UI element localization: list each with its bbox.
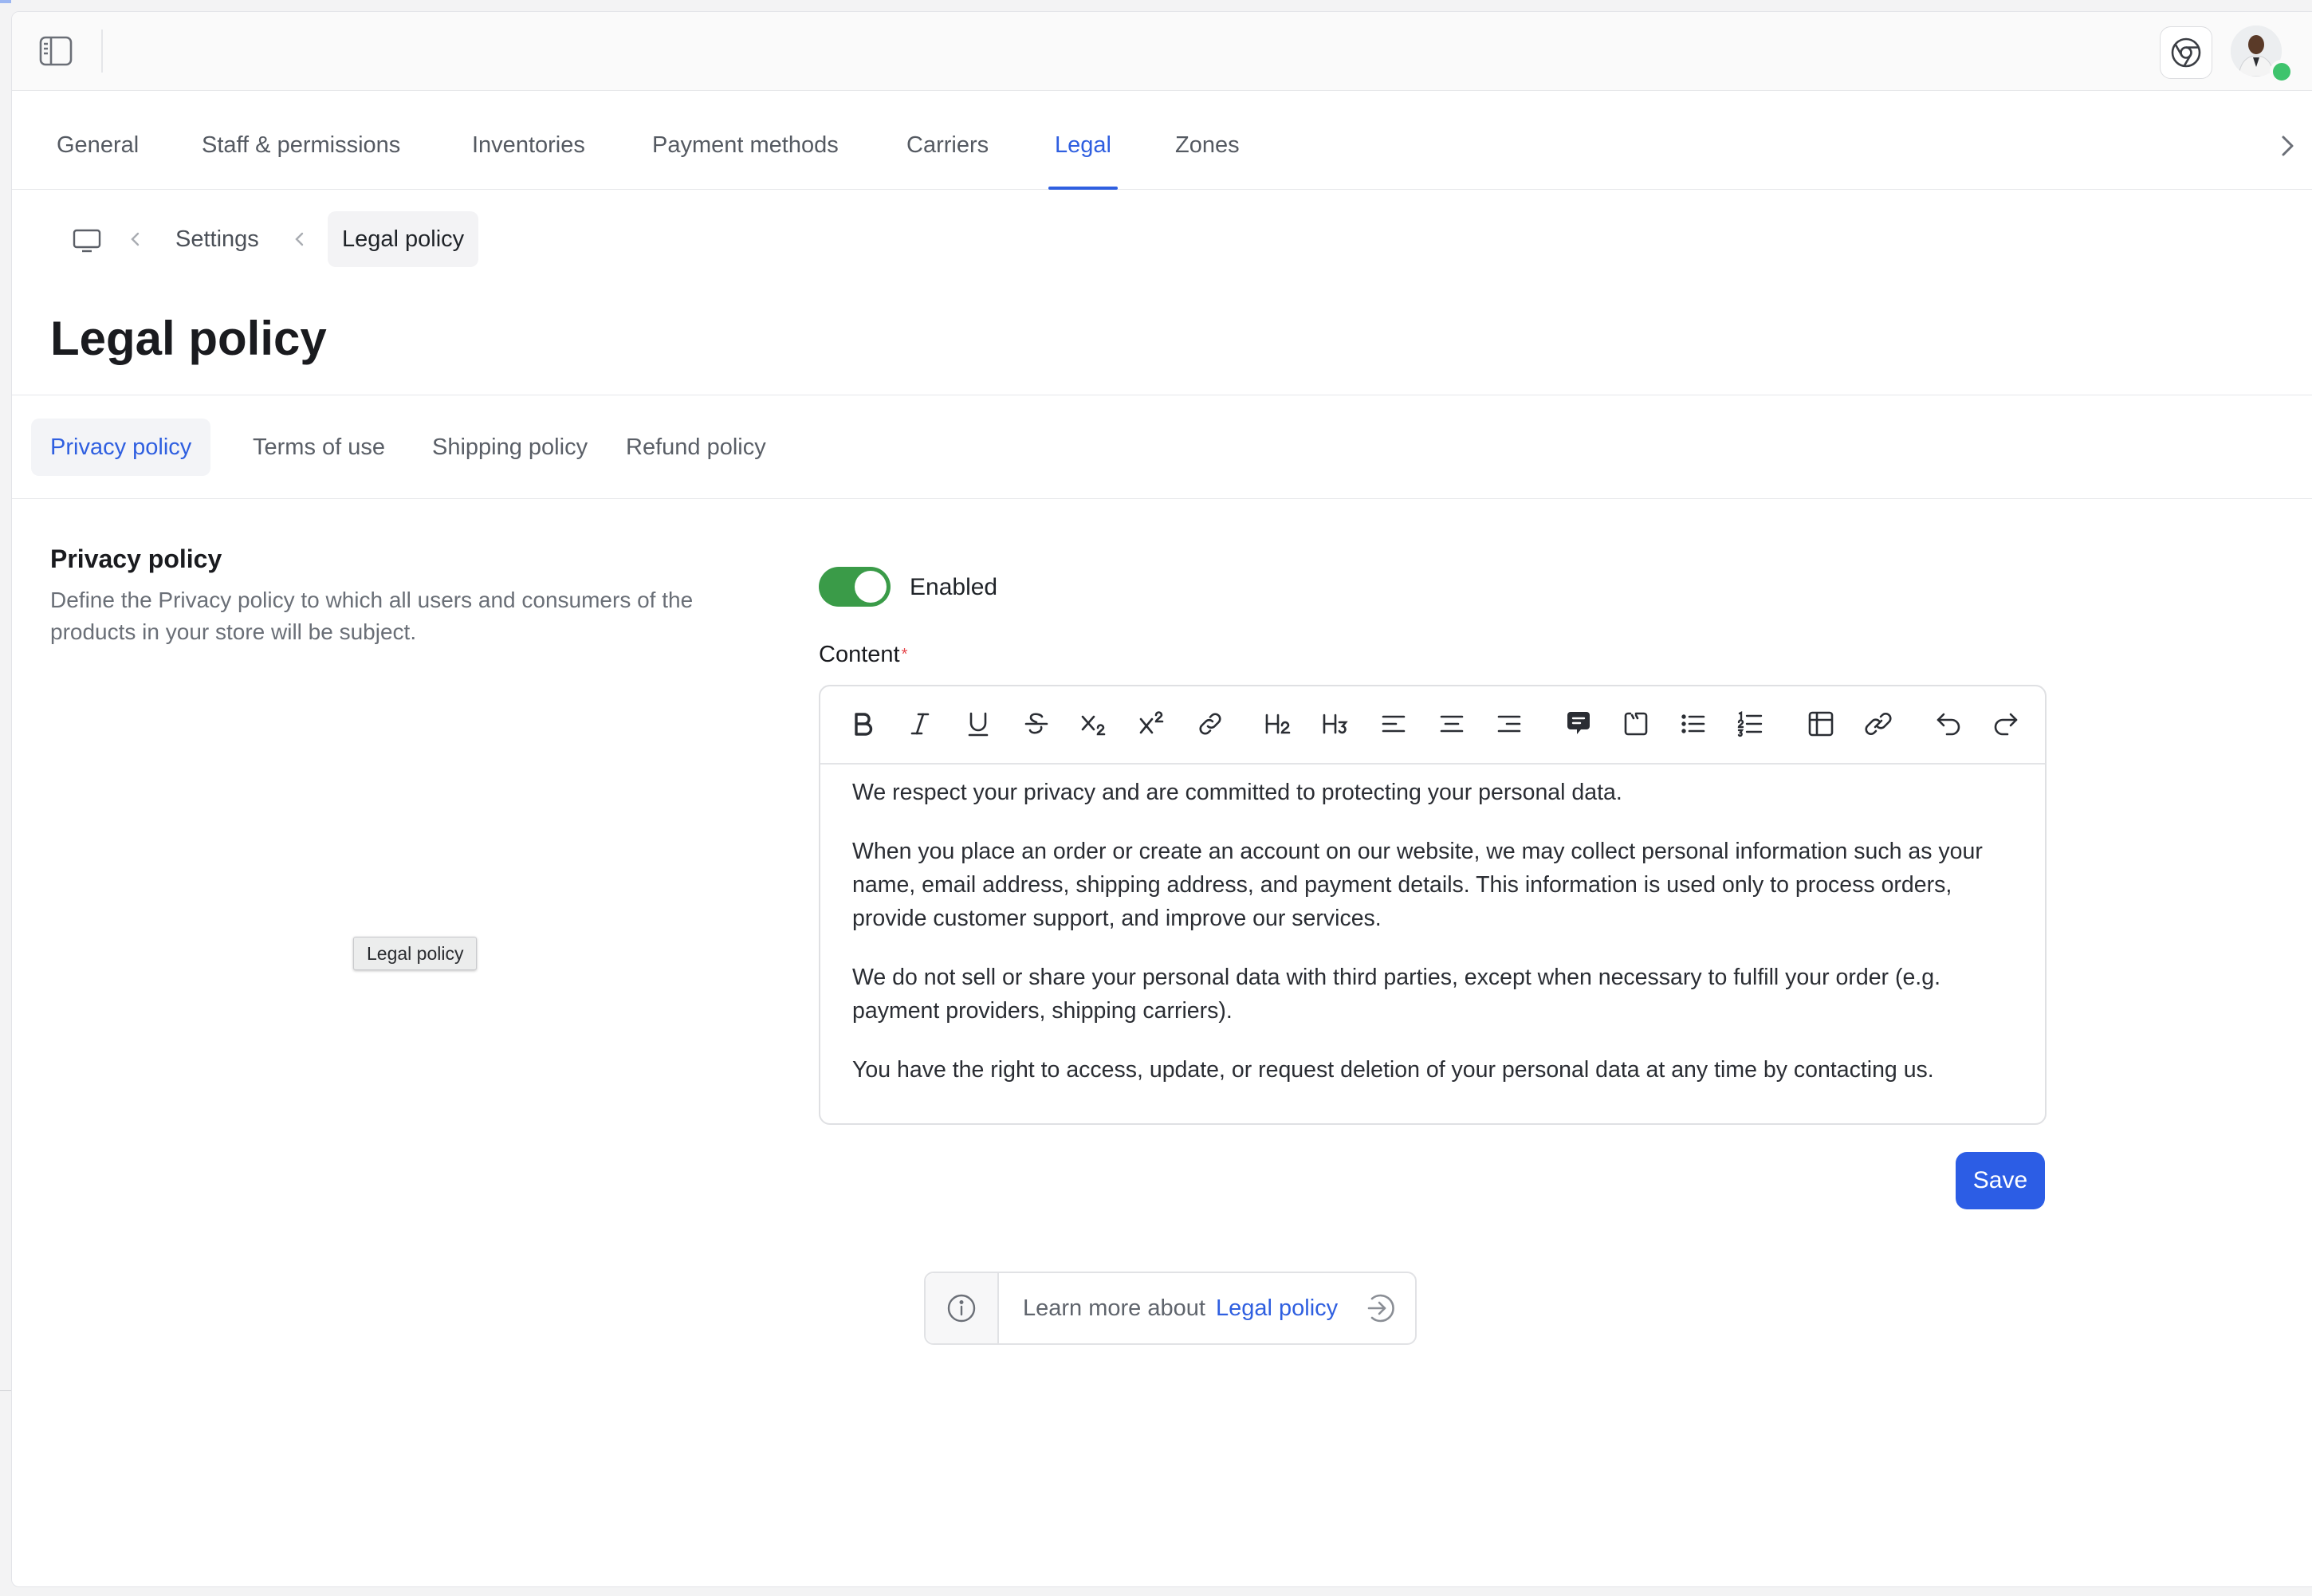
code-block-icon[interactable]: [1618, 706, 1654, 742]
bold-icon[interactable]: [844, 706, 881, 742]
align-right-icon[interactable]: [1491, 706, 1528, 742]
subscript-icon[interactable]: [1075, 706, 1112, 742]
tab-privacy-policy[interactable]: Privacy policy: [31, 419, 211, 476]
redo-icon[interactable]: [1988, 706, 2024, 742]
undo-icon[interactable]: [1930, 706, 1967, 742]
link-icon[interactable]: [1192, 706, 1229, 742]
policy-sub-tabs: Privacy policy Terms of use Shipping pol…: [12, 409, 2312, 499]
toggle-knob: [855, 571, 887, 603]
section-title: Privacy policy: [50, 544, 222, 573]
settings-nav-tabs: General Staff & permissions Inventories …: [12, 90, 2312, 190]
editor-toolbar: [820, 686, 2045, 765]
content-label: Content *: [819, 640, 907, 669]
tab-carriers[interactable]: Carriers: [906, 90, 989, 189]
breadcrumb-current[interactable]: Legal policy: [328, 211, 479, 267]
top-bar: [12, 12, 2312, 91]
online-status-indicator: [2270, 60, 2294, 84]
heading-3-icon[interactable]: [1318, 706, 1355, 742]
learn-more-banner: Learn more about Legal policy: [924, 1272, 1417, 1345]
required-indicator: *: [901, 646, 908, 663]
drag-tooltip: Legal policy: [353, 937, 478, 970]
superscript-icon[interactable]: [1134, 706, 1170, 742]
info-icon: [926, 1273, 999, 1343]
heading-2-icon[interactable]: [1260, 706, 1297, 742]
editor-content[interactable]: We respect your privacy and are committe…: [852, 776, 2018, 1112]
editor-paragraph: When you place an order or create an acc…: [852, 839, 1983, 931]
align-center-icon[interactable]: [1433, 706, 1470, 742]
tab-payment-methods[interactable]: Payment methods: [652, 90, 839, 189]
table-icon[interactable]: [1803, 706, 1839, 742]
strikethrough-icon[interactable]: [1018, 706, 1055, 742]
topbar-divider: [101, 29, 103, 73]
comment-icon[interactable]: [1560, 706, 1597, 742]
tab-refund-policy[interactable]: Refund policy: [607, 419, 785, 476]
content-label-text: Content: [819, 642, 900, 667]
page-title: Legal policy: [50, 312, 327, 365]
arrow-right-circle-icon[interactable]: [1362, 1292, 1394, 1324]
monitor-icon[interactable]: [73, 229, 101, 253]
tab-inventories[interactable]: Inventories: [472, 90, 585, 189]
tab-staff-permissions[interactable]: Staff & permissions: [202, 90, 400, 189]
align-left-icon[interactable]: [1375, 706, 1412, 742]
window-accent: [0, 0, 11, 3]
tab-legal[interactable]: Legal: [1048, 90, 1118, 190]
window-edge-line: [0, 1390, 11, 1391]
ordered-list-icon[interactable]: [1732, 706, 1769, 742]
tab-terms-of-use[interactable]: Terms of use: [234, 419, 404, 476]
learn-more-link[interactable]: Legal policy: [1216, 1273, 1338, 1343]
learn-more-text: Learn more about: [1023, 1295, 1205, 1321]
underline-icon[interactable]: [960, 706, 997, 742]
save-button[interactable]: Save: [1956, 1152, 2045, 1209]
tab-shipping-policy[interactable]: Shipping policy: [413, 419, 607, 476]
rich-text-editor: We respect your privacy and are committe…: [819, 685, 2047, 1125]
chevron-right-icon[interactable]: [2271, 130, 2303, 162]
italic-icon[interactable]: [902, 706, 938, 742]
editor-paragraph: You have the right to access, update, or…: [852, 1057, 1934, 1083]
editor-paragraph: We do not sell or share your personal da…: [852, 965, 1940, 1024]
toggle-label: Enabled: [910, 574, 998, 600]
unlink-icon[interactable]: [1860, 706, 1897, 742]
chevron-left-icon: [127, 230, 144, 248]
chevron-left-icon: [291, 230, 309, 248]
browser-extension-button[interactable]: [2160, 26, 2212, 79]
breadcrumb-settings[interactable]: Settings: [175, 211, 259, 267]
tab-zones[interactable]: Zones: [1175, 90, 1240, 189]
sidebar-toggle-icon[interactable]: [39, 36, 73, 66]
section-description: Define the Privacy policy to which all u…: [50, 588, 694, 644]
chrome-icon: [2171, 37, 2201, 68]
tab-general[interactable]: General: [57, 90, 139, 189]
app-window: General Staff & permissions Inventories …: [11, 11, 2312, 1587]
bullet-list-icon[interactable]: [1675, 706, 1712, 742]
editor-paragraph: We respect your privacy and are committe…: [852, 780, 1622, 805]
enabled-toggle[interactable]: [819, 567, 891, 607]
